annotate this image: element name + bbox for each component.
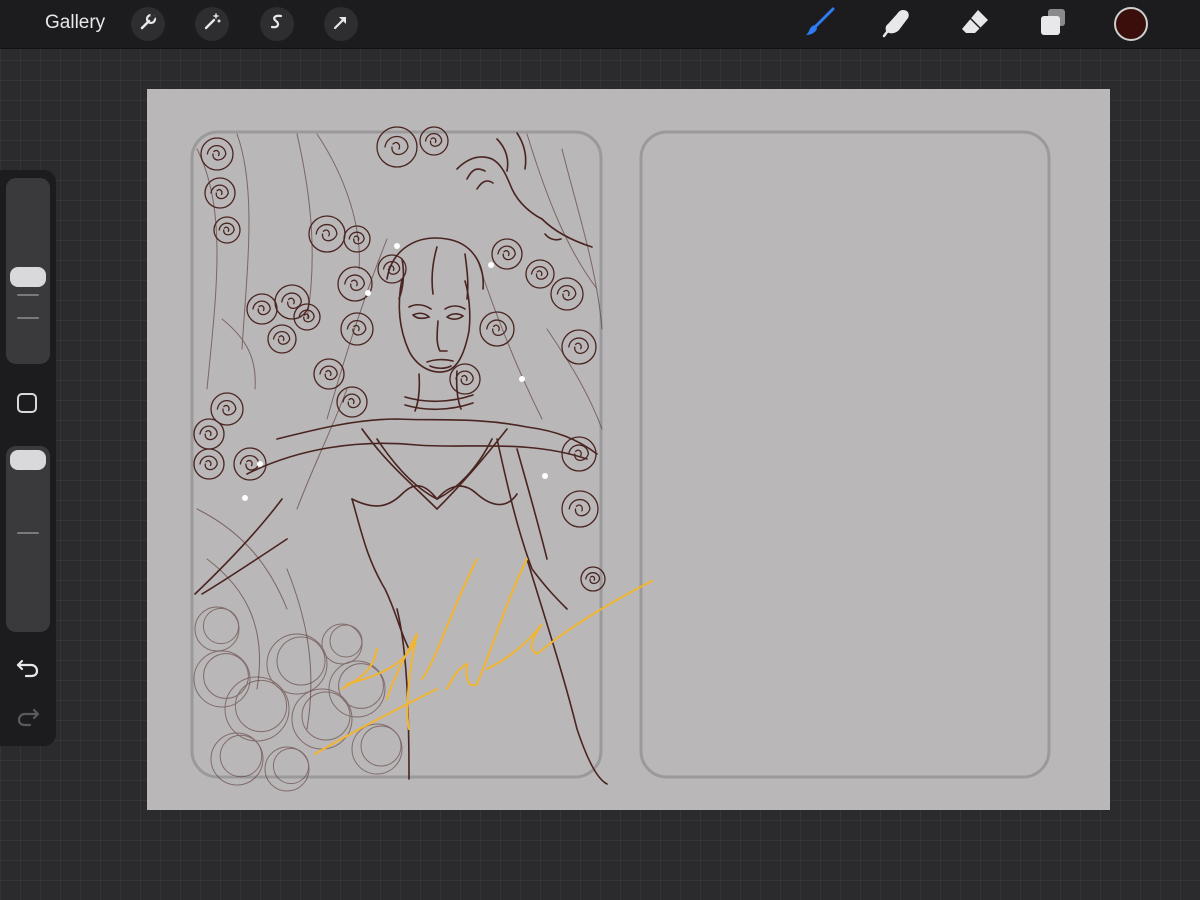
artwork bbox=[190, 126, 1051, 792]
sidebar bbox=[0, 170, 56, 746]
brush-icon bbox=[804, 6, 836, 43]
magic-wand-icon bbox=[202, 12, 222, 37]
brush-size-slider[interactable] bbox=[6, 178, 50, 364]
right-panel-frame bbox=[639, 130, 1051, 779]
slider-tick bbox=[17, 317, 39, 319]
slider-tick bbox=[17, 532, 39, 534]
opacity-slider[interactable] bbox=[6, 446, 50, 632]
adjustments-button[interactable] bbox=[195, 7, 229, 41]
smudge-button[interactable] bbox=[880, 7, 914, 41]
eraser-button[interactable] bbox=[958, 7, 992, 41]
layers-button[interactable] bbox=[1036, 7, 1070, 41]
color-picker-button[interactable] bbox=[1114, 7, 1148, 41]
redo-arrow-icon[interactable] bbox=[14, 704, 42, 730]
drawing-canvas[interactable] bbox=[147, 89, 1110, 810]
figure-sketch bbox=[193, 126, 653, 792]
gallery-button[interactable]: Gallery bbox=[45, 12, 105, 34]
smudge-finger-icon bbox=[881, 6, 913, 43]
undo-arrow-icon[interactable] bbox=[14, 655, 42, 681]
brush-button[interactable] bbox=[803, 7, 837, 41]
top-toolbar: Gallery bbox=[0, 0, 1200, 49]
square-modify-icon[interactable] bbox=[17, 393, 37, 413]
wrench-icon bbox=[138, 12, 158, 37]
arrow-cursor-icon bbox=[331, 12, 351, 37]
opacity-thumb[interactable] bbox=[10, 450, 46, 470]
transform-button[interactable] bbox=[324, 7, 358, 41]
layers-icon bbox=[1037, 6, 1069, 43]
left-panel-frame bbox=[190, 130, 603, 779]
actions-button[interactable] bbox=[131, 7, 165, 41]
selection-button[interactable] bbox=[260, 7, 294, 41]
brush-size-thumb[interactable] bbox=[10, 267, 46, 287]
selection-s-icon bbox=[267, 12, 287, 37]
eraser-icon bbox=[959, 6, 991, 43]
slider-tick bbox=[17, 294, 39, 296]
